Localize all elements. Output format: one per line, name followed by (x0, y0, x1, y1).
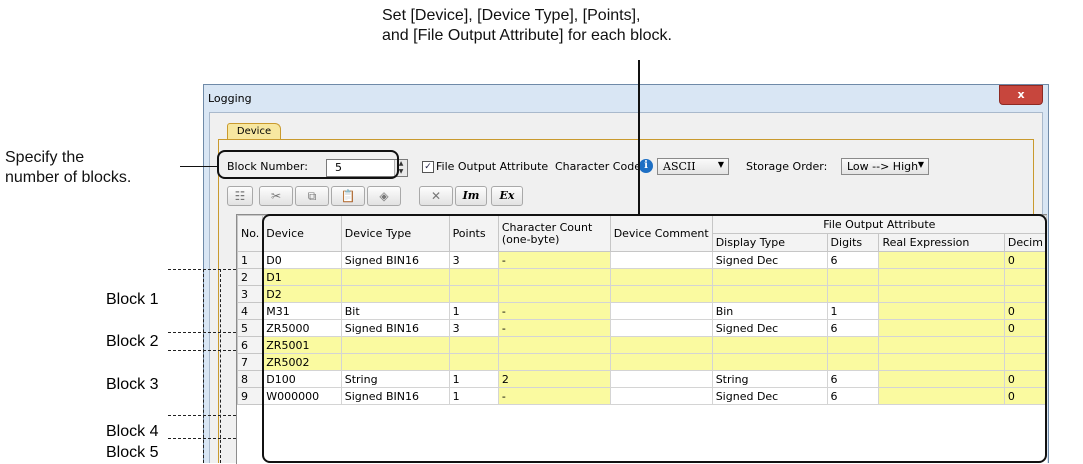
character-code-value: ASCII (663, 160, 696, 173)
dialog-title: Logging (208, 92, 252, 105)
block-label-1: Block 1 (106, 291, 159, 308)
block-bracket-right (220, 269, 221, 463)
chevron-down-icon: ▼ (917, 160, 924, 169)
export-button[interactable]: Ex (491, 186, 523, 206)
cell-no: 4 (237, 302, 264, 320)
tab-device[interactable]: Device (227, 123, 281, 140)
cut-button[interactable]: ✂ (259, 186, 293, 206)
top-callout-line2: and [File Output Attribute] for each blo… (382, 27, 672, 44)
paste-button[interactable]: 📋 (331, 186, 365, 206)
block-label-2: Block 2 (106, 333, 159, 350)
clear-button[interactable]: ◈ (367, 186, 401, 206)
info-icon[interactable]: i (639, 159, 653, 173)
block-label-3: Block 3 (106, 376, 159, 393)
block-label-5: Block 5 (106, 444, 159, 461)
delete-button[interactable]: ✕ (419, 186, 453, 206)
import-button[interactable]: Im (455, 186, 487, 206)
block-divider (168, 438, 236, 439)
settings-highlight (262, 214, 1047, 463)
left-callout-line1: Specify the (5, 149, 85, 166)
col-no: No. (237, 215, 264, 252)
copy-button[interactable]: ⧉ (295, 186, 329, 206)
file-output-checkbox[interactable]: ✓ (422, 161, 434, 173)
cell-no: 5 (237, 319, 264, 337)
cell-no: 3 (237, 285, 264, 303)
block-divider (168, 332, 236, 333)
insert-row-button[interactable]: ☷ (227, 186, 253, 206)
storage-order-select[interactable]: Low --> High ▼ (841, 158, 929, 175)
file-output-label: File Output Attribute (436, 160, 549, 173)
block-divider (168, 269, 236, 270)
cell-no: 1 (237, 251, 264, 269)
block-number-highlight (217, 150, 399, 179)
cell-no: 6 (237, 336, 264, 354)
cell-no: 8 (237, 370, 264, 388)
block-divider (168, 350, 236, 351)
block-divider (168, 415, 236, 416)
block-bracket-left (203, 269, 204, 463)
character-code-select[interactable]: ASCII ▼ (657, 158, 729, 175)
cell-no: 7 (237, 353, 264, 371)
close-button[interactable]: x (999, 85, 1043, 105)
cell-no: 9 (237, 387, 264, 405)
storage-order-label: Storage Order: (746, 160, 828, 173)
storage-order-value: Low --> High (847, 160, 919, 173)
title-bar: Logging x (204, 85, 1048, 111)
left-callout: Specify the number of blocks. (5, 148, 131, 188)
cell-no: 2 (237, 268, 264, 286)
top-callout-line1: Set [Device], [Device Type], [Points], (382, 7, 641, 24)
character-code-label: Character Code: (555, 160, 645, 173)
top-callout-line (638, 60, 640, 215)
top-callout: Set [Device], [Device Type], [Points], a… (382, 6, 672, 46)
left-callout-line2: number of blocks. (5, 169, 132, 186)
chevron-down-icon: ▼ (717, 160, 724, 169)
left-callout-line (180, 166, 219, 167)
